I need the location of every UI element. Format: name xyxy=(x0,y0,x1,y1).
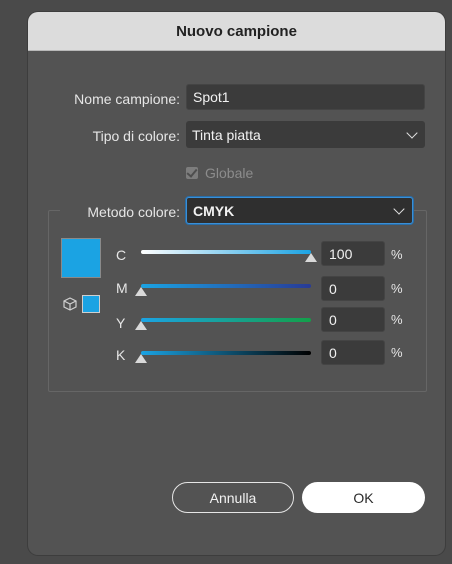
value-field-m[interactable]: 0 xyxy=(321,276,385,301)
value-c: 100 xyxy=(329,245,353,262)
cancel-button[interactable]: Annulla xyxy=(172,482,294,513)
percent-label-m: % xyxy=(391,281,403,296)
channel-label-k: K xyxy=(116,347,126,363)
percent-label-k: % xyxy=(391,345,403,360)
percent-label-c: % xyxy=(391,247,403,262)
percent-label-y: % xyxy=(391,312,403,327)
global-label: Globale xyxy=(205,165,254,181)
slider-row-y: Y 0 % xyxy=(28,307,445,340)
dialog-titlebar: Nuovo campione xyxy=(28,12,445,51)
value-m: 0 xyxy=(329,280,337,297)
channel-label-c: C xyxy=(116,247,127,263)
dialog-title: Nuovo campione xyxy=(176,22,297,40)
chevron-down-icon xyxy=(393,202,405,215)
ok-button[interactable]: OK xyxy=(302,482,425,513)
slider-thumb-y[interactable] xyxy=(135,321,147,330)
swatch-name-label: Nome campione: xyxy=(74,91,180,107)
channel-label-y: Y xyxy=(116,315,126,331)
chevron-down-icon xyxy=(406,126,418,139)
slider-track-k[interactable] xyxy=(141,351,311,355)
slider-row-c: C 100 % xyxy=(28,241,445,270)
slider-row-m: M 0 % xyxy=(28,276,445,306)
channel-label-m: M xyxy=(116,280,128,296)
slider-track-y[interactable] xyxy=(141,318,311,322)
slider-track-c[interactable] xyxy=(141,250,311,254)
color-type-value: Tinta piatta xyxy=(192,126,261,143)
color-mode-select[interactable]: CMYK xyxy=(186,197,413,224)
global-checkbox-row[interactable]: Globale xyxy=(186,165,253,181)
slider-thumb-k[interactable] xyxy=(135,354,147,363)
swatch-name-input[interactable]: Spot1 xyxy=(186,84,425,110)
value-field-c[interactable]: 100 xyxy=(321,241,385,266)
value-k: 0 xyxy=(329,344,337,361)
slider-thumb-m[interactable] xyxy=(135,287,147,296)
slider-thumb-c[interactable] xyxy=(305,253,317,262)
slider-row-k: K 0 % xyxy=(28,340,445,374)
swatch-name-value: Spot1 xyxy=(193,89,230,105)
color-type-select[interactable]: Tinta piatta xyxy=(186,121,425,148)
color-mode-label: Metodo colore: xyxy=(87,204,180,220)
global-checkbox[interactable] xyxy=(186,167,198,179)
color-type-label: Tipo di colore: xyxy=(92,128,180,144)
color-mode-value: CMYK xyxy=(193,202,235,219)
new-swatch-dialog: Nuovo campione Nome campione: Spot1 Tipo… xyxy=(28,12,445,555)
value-y: 0 xyxy=(329,311,337,328)
value-field-k[interactable]: 0 xyxy=(321,340,385,365)
slider-track-m[interactable] xyxy=(141,284,311,288)
value-field-y[interactable]: 0 xyxy=(321,307,385,332)
